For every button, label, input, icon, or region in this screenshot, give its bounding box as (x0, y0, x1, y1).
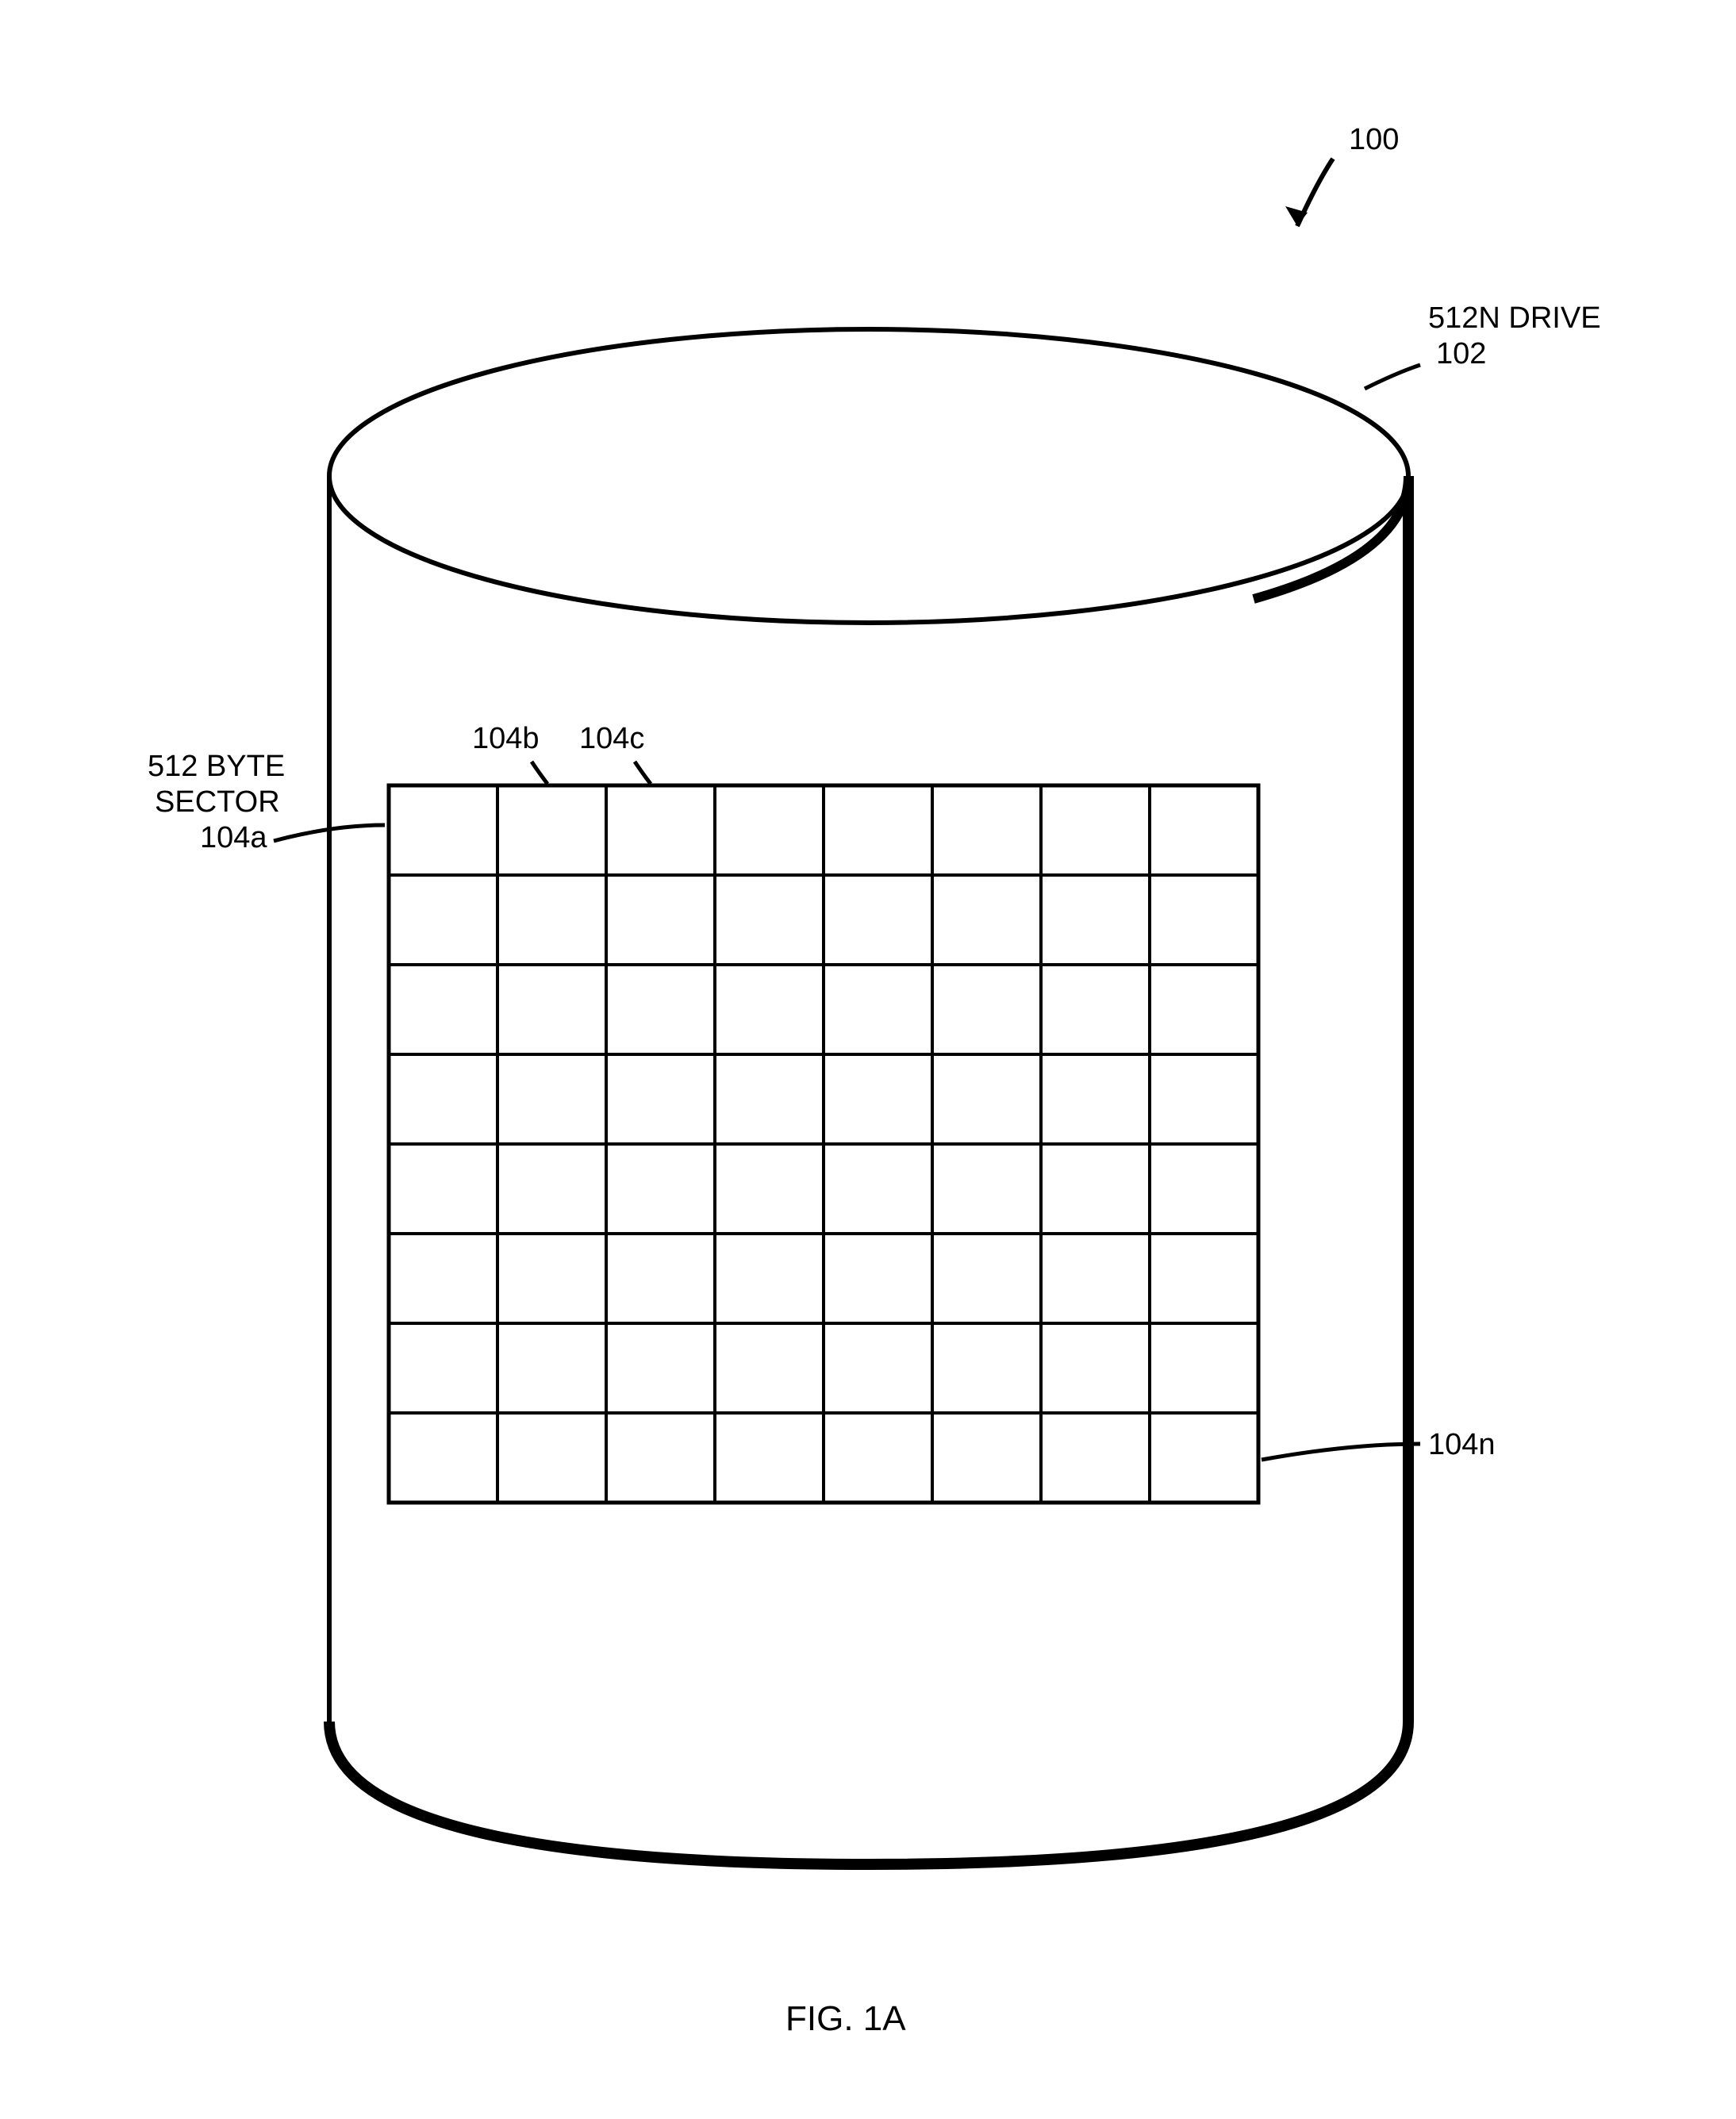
drive-label-text: 512N DRIVE (1428, 301, 1601, 336)
cylinder-top (329, 329, 1408, 623)
leader-drive (1365, 365, 1420, 389)
sector-grid (389, 785, 1258, 1503)
ref-100-label: 100 (1349, 123, 1399, 157)
leader-104n (1262, 1444, 1420, 1460)
cylinder-sides (329, 476, 1408, 1722)
drive-ref-text: 102 (1436, 337, 1486, 371)
sector-label-line2: SECTOR (155, 785, 280, 820)
sector-label-line1: 512 BYTE (148, 750, 285, 784)
cylinder-bottom (329, 1722, 1408, 1864)
sector-ref-c: 104c (579, 722, 644, 756)
sector-ref-b: 104b (472, 722, 540, 756)
figure-caption: FIG. 1A (785, 1999, 906, 2039)
leader-104b (532, 762, 547, 784)
sector-ref-a: 104a (200, 821, 267, 855)
sector-ref-n: 104n (1428, 1428, 1496, 1462)
leader-104c (635, 762, 651, 784)
diagram-container: 100 512N DRIVE 102 512 BYTE SECTOR 104a … (0, 0, 1736, 2119)
reference-arrow-100 (1285, 159, 1333, 226)
